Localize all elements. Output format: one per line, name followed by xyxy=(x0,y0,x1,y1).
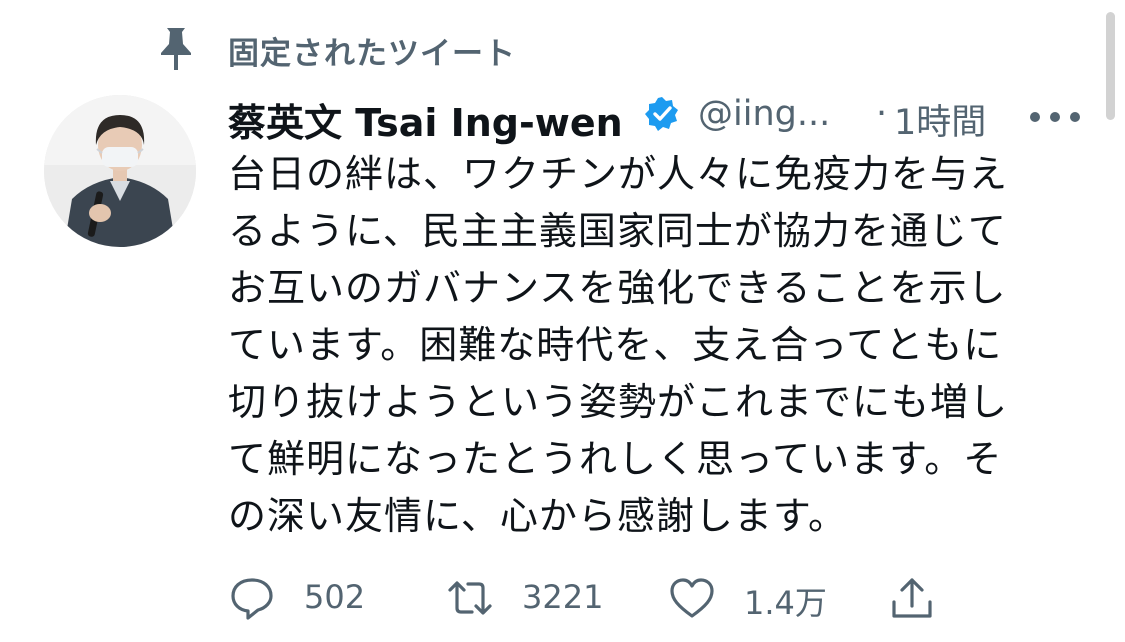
share-icon xyxy=(892,578,932,618)
retweet-count: 3221 xyxy=(522,578,604,616)
like-count: 1.4万 xyxy=(744,584,827,622)
tweet-text-line: 台日の絆は、ワクチンが人々に免疫力を与え xyxy=(228,152,1009,196)
avatar[interactable] xyxy=(44,95,196,247)
tweet-text-line: ています。困難な時代を、支え合ってともに xyxy=(228,323,1003,367)
heart-icon xyxy=(670,578,714,618)
reply-count: 502 xyxy=(304,578,366,616)
tweet-text-line: お互いのガバナンスを強化できることを示し xyxy=(228,266,1007,310)
tweet-text: 台日の絆は、ワクチンが人々に免疫力を与え るように、民主主義国家同士が協力を通じ… xyxy=(228,146,1088,545)
tweet-text-line: の深い友情に、心から感謝します。 xyxy=(228,494,848,538)
tweet-timestamp[interactable]: 1時間 xyxy=(894,94,986,145)
retweet-icon xyxy=(448,581,492,615)
pinned-tweet-header: 固定されたツイート xyxy=(0,20,1000,76)
tweet-header: 蔡英文 Tsai Ing-wen @iing... · 1時間 xyxy=(228,88,1108,147)
avatar-photo xyxy=(44,95,196,247)
display-name[interactable]: 蔡英文 Tsai Ing-wen xyxy=(228,92,623,147)
user-handle[interactable]: @iing... xyxy=(698,94,830,134)
pin-icon xyxy=(161,28,191,70)
tweet-actions: 502 3221 1.4万 xyxy=(228,568,988,628)
separator-dot: · xyxy=(876,94,888,134)
verified-badge-icon xyxy=(645,97,678,131)
tweet-text-line: るように、民主主義国家同士が協力を通じて xyxy=(228,209,1007,253)
more-options-icon[interactable] xyxy=(1028,110,1082,124)
tweet-text-line: て鮮明になったとうれしく思っています。そ xyxy=(228,437,1003,481)
pinned-label: 固定されたツイート xyxy=(228,36,516,72)
reply-icon xyxy=(231,578,273,620)
tweet-text-line: 切り抜けようという姿勢がこれまでにも増し xyxy=(228,380,1009,424)
